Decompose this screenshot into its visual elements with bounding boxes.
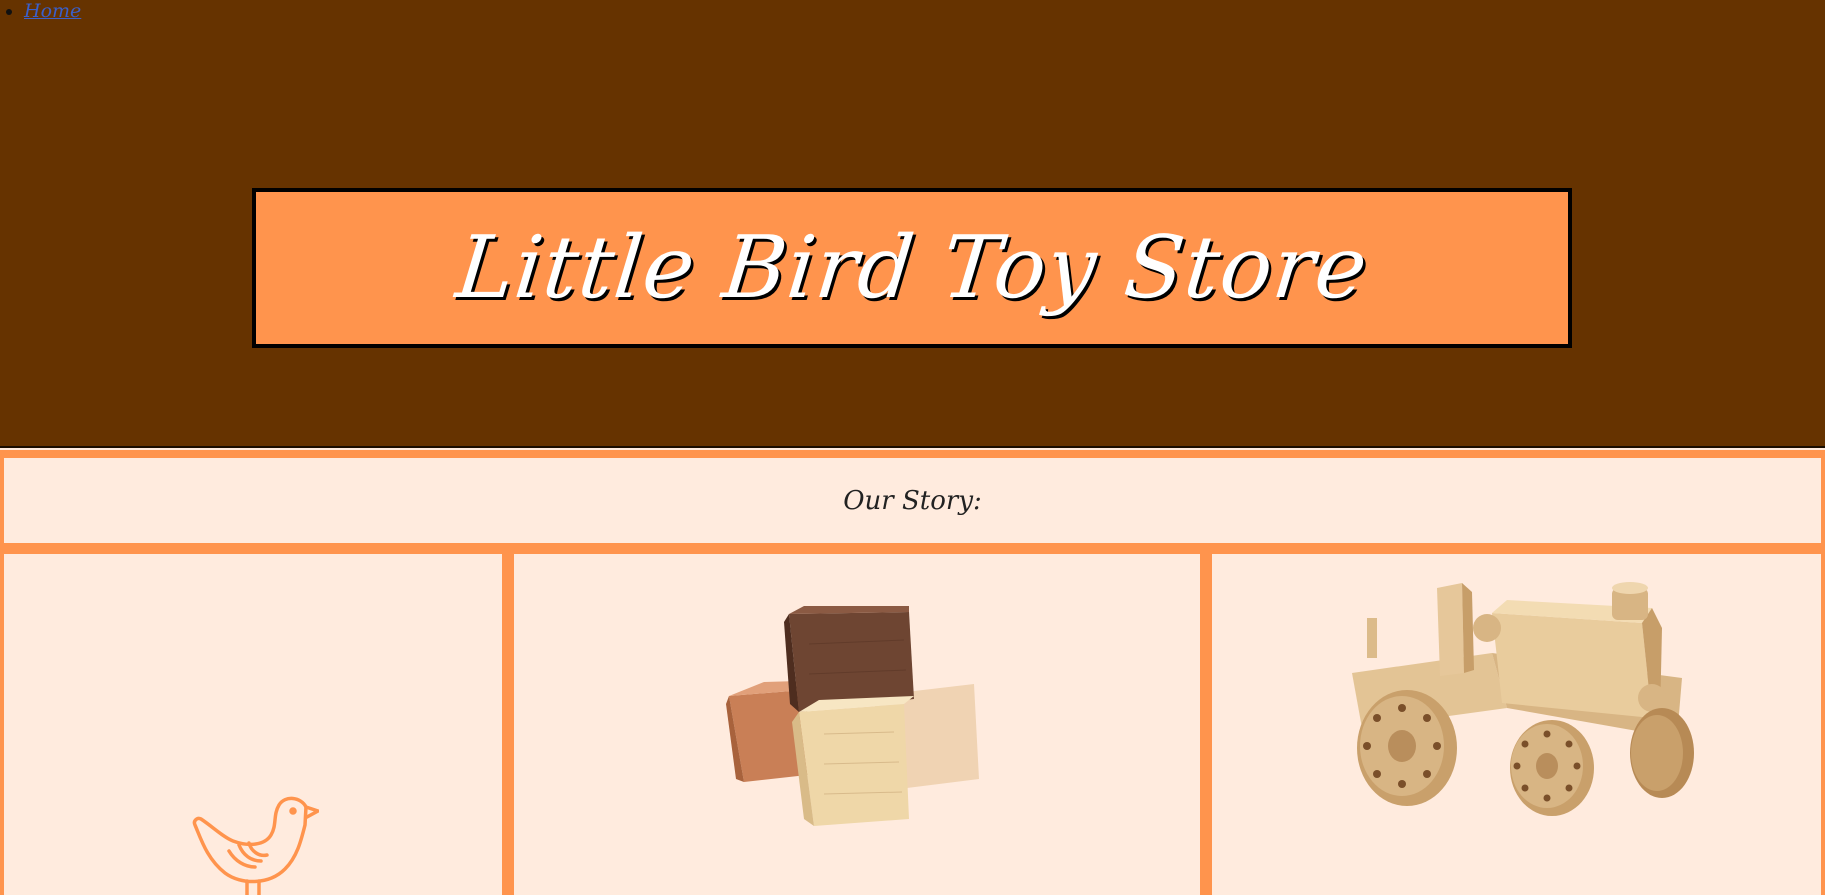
panel-blocks: [514, 554, 1200, 895]
panel-tractor: [1212, 554, 1821, 895]
header-section: Home Little Bird Toy Store: [0, 0, 1825, 448]
wooden-blocks-image: [726, 606, 979, 826]
story-box: Our Story:: [4, 458, 1821, 543]
nav-item-home: Home: [24, 0, 1825, 22]
wooden-tractor-image: [1352, 582, 1694, 816]
nav-list: Home: [0, 0, 1825, 22]
panel-bird: [4, 554, 502, 895]
main-content: Our Story:: [0, 450, 1825, 895]
title-banner: Little Bird Toy Store: [252, 188, 1572, 348]
bird-outline-icon: [192, 796, 319, 895]
store-title: Little Bird Toy Store: [451, 218, 1373, 318]
home-link[interactable]: Home: [24, 0, 81, 22]
story-heading: Our Story:: [843, 485, 982, 516]
